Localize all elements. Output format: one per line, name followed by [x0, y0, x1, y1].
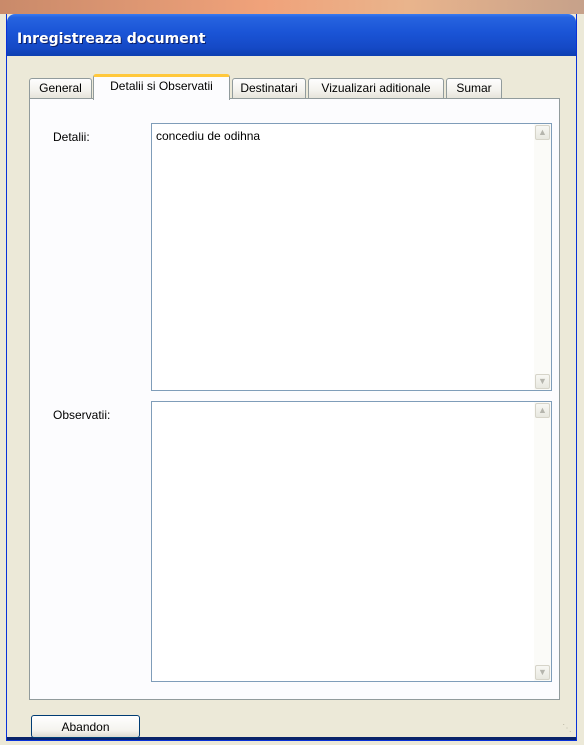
details-textarea[interactable]: concediu de odihna ▲ ▼ [151, 123, 552, 391]
tab-sumar[interactable]: Sumar [446, 78, 502, 98]
scroll-up-arrow-icon[interactable]: ▲ [535, 125, 550, 140]
tab-general[interactable]: General [29, 78, 92, 98]
abandon-button[interactable]: Abandon [31, 715, 140, 738]
desktop-background-strip [0, 0, 584, 14]
dialog-window: Inregistreaza document General Detalii s… [6, 14, 577, 741]
details-scrollbar[interactable]: ▲ ▼ [534, 124, 551, 390]
observations-scrollbar[interactable]: ▲ ▼ [534, 402, 551, 681]
scroll-up-arrow-icon[interactable]: ▲ [535, 403, 550, 418]
tab-panel-detalii: Detalii: concediu de odihna ▲ ▼ Observat… [29, 98, 560, 700]
observations-textarea[interactable]: ▲ ▼ [151, 401, 552, 682]
scroll-down-arrow-icon[interactable]: ▼ [535, 374, 550, 389]
resize-grip-icon[interactable]: ⋱ [562, 724, 572, 734]
tab-destinatari[interactable]: Destinatari [232, 78, 306, 98]
tab-vizualizari-aditionale[interactable]: Vizualizari aditionale [308, 78, 444, 98]
tab-detalii-si-observatii[interactable]: Detalii si Observatii [93, 74, 230, 100]
observations-label: Observatii: [53, 408, 111, 422]
details-text: concediu de odihna [156, 129, 261, 143]
window-title: Inregistreaza document [17, 31, 206, 47]
scroll-down-arrow-icon[interactable]: ▼ [535, 665, 550, 680]
title-bar[interactable]: Inregistreaza document [7, 14, 576, 56]
details-label: Detalii: [53, 130, 90, 144]
